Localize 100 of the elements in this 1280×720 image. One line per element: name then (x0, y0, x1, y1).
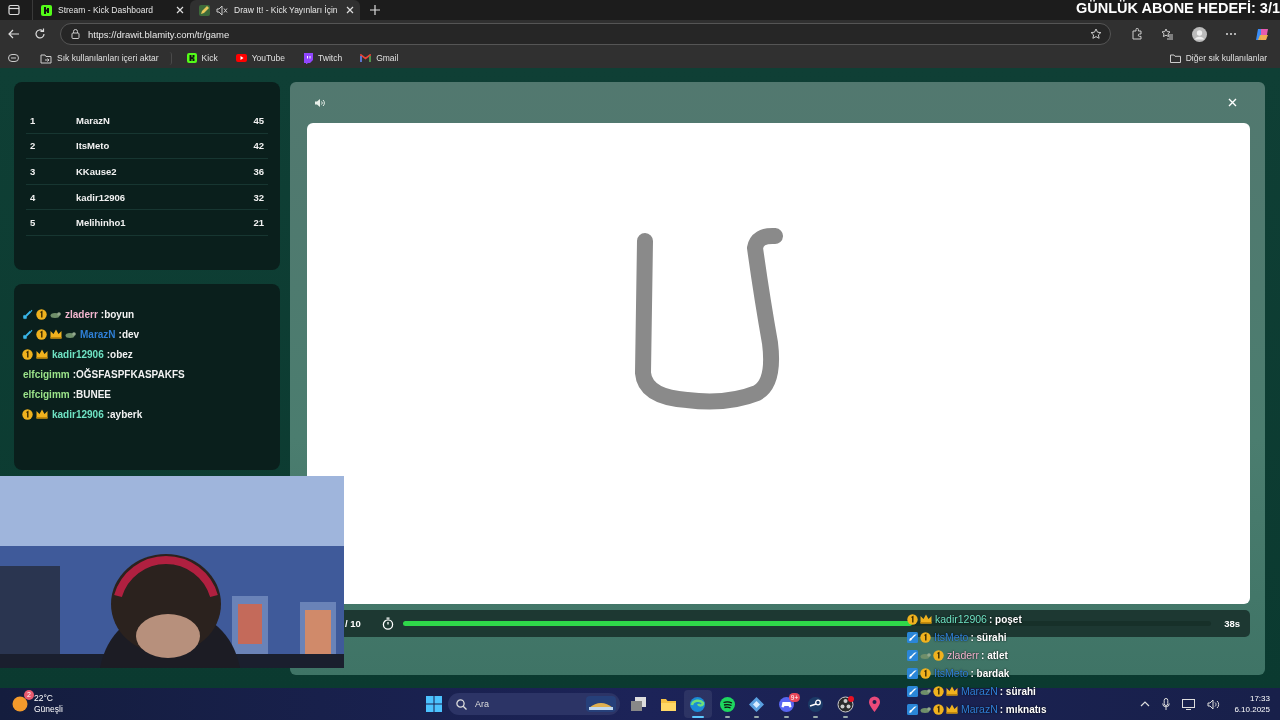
player-score: 36 (253, 166, 265, 177)
bookmark[interactable]: Kick (183, 52, 221, 64)
coin-icon (907, 613, 918, 625)
sword-icon (907, 667, 918, 679)
player-score: 32 (253, 191, 265, 203)
sword-icon (907, 703, 918, 715)
rank-number: 3 (29, 166, 37, 177)
taskbar-button[interactable] (683, 690, 712, 718)
speaker-icon[interactable] (314, 97, 325, 108)
sword-icon (907, 685, 918, 697)
weather-condition: Güneşli (34, 704, 63, 715)
username: MarazN (961, 703, 998, 715)
chat-message: :ayberk (106, 408, 143, 420)
microphone-icon[interactable] (1162, 698, 1171, 710)
coin-icon (933, 649, 944, 661)
refresh-icon[interactable] (34, 28, 46, 40)
favorites-icon[interactable] (1161, 28, 1174, 40)
bookmark[interactable]: YouTube (232, 52, 289, 64)
username: MarazN (961, 685, 998, 697)
emote-icon (50, 310, 61, 318)
crown-icon (50, 329, 62, 339)
chat-bubble-icon (303, 52, 314, 64)
sword-icon (907, 631, 918, 643)
chat-message: : bardak (970, 667, 1010, 679)
sword-icon (22, 328, 33, 340)
player-name: KKause2 (76, 166, 118, 177)
search-placeholder: Ara (475, 699, 489, 709)
chat-message: :BUNEE (72, 388, 112, 400)
player-name: MarazN (76, 114, 111, 126)
username: kadir12906 (52, 348, 104, 360)
temperature: 22°C (34, 693, 54, 704)
round-counter: / 10 (345, 618, 361, 629)
username: elfcigimm (23, 368, 70, 380)
logo-icon (41, 4, 52, 16)
chevron-up-icon[interactable] (1140, 701, 1151, 707)
browser-icon (689, 695, 707, 713)
music-icon (718, 695, 736, 713)
clock[interactable]: 17:33 6.10.2025 (1234, 693, 1270, 715)
search-field[interactable]: Ara (448, 693, 620, 715)
tab-actions-icon[interactable] (8, 4, 20, 16)
coin-icon (36, 308, 47, 320)
clock-time: 17:33 (1249, 693, 1270, 704)
mail-icon (360, 54, 372, 62)
player-name: Melihinho1 (76, 217, 127, 229)
player-name: kadir12906 (76, 191, 127, 203)
close-icon[interactable] (345, 6, 354, 14)
back-icon[interactable] (8, 29, 20, 39)
app-icon (807, 695, 825, 713)
play-icon (235, 54, 247, 62)
sword-icon (907, 649, 918, 661)
coin-icon (920, 667, 931, 679)
username: kadir12906 (52, 408, 104, 420)
more-icon[interactable] (1225, 32, 1237, 36)
bookmark[interactable]: Sık kullanılanları içeri aktar (37, 51, 172, 65)
browser-tab[interactable]: Draw It! - Kick Yayınları İçin (190, 0, 360, 20)
username: zladerr (947, 649, 980, 661)
avatar-icon[interactable] (1192, 26, 1207, 42)
chat-message: : poşet (988, 613, 1022, 625)
emote-icon (920, 705, 931, 713)
bookmark[interactable]: Gmail (357, 52, 402, 64)
volume-icon[interactable] (1207, 698, 1221, 710)
assistant-icon[interactable] (1255, 26, 1270, 42)
player-score: 21 (253, 217, 265, 229)
emote-icon (920, 687, 931, 695)
close-icon[interactable] (176, 6, 184, 14)
pencil-icon (199, 4, 210, 16)
timer-icon (381, 617, 394, 630)
star-icon[interactable] (1090, 28, 1102, 40)
chat-message: :OĞSFASPFKASPAKFS (72, 368, 185, 380)
rank-number: 2 (29, 140, 37, 152)
bookmark-folder[interactable]: Diğer sık kullanılanlar (1166, 52, 1270, 64)
folder-arrow-icon (40, 52, 52, 64)
sun-icon (12, 696, 28, 712)
chat-message: : mıknatıs (999, 703, 1047, 715)
crown-icon (36, 349, 48, 359)
logo-icon (186, 53, 197, 63)
chat-message: : atlet (981, 649, 1008, 661)
search-icon (456, 698, 467, 710)
chat-message: : sürahi (970, 631, 1007, 643)
coin-icon (22, 408, 33, 420)
folder-icon (1169, 53, 1181, 63)
diamond-icon (748, 695, 766, 713)
chat-message: : sürahi (999, 685, 1036, 697)
chat-message: :boyun (100, 308, 135, 320)
player-score: 42 (253, 140, 265, 152)
start-icon[interactable] (426, 696, 442, 712)
rank-number: 1 (29, 114, 37, 126)
bookmark[interactable]: Twitch (300, 51, 346, 65)
address-field[interactable]: https://drawit.blamity.com/tr/game (60, 23, 1111, 45)
crown-icon (920, 614, 932, 624)
username: ItsMeto (934, 631, 969, 643)
new-tab-icon[interactable] (369, 5, 380, 15)
display-icon[interactable] (1182, 698, 1196, 710)
sword-icon (22, 308, 33, 320)
goal-overlay-text: GÜNLÜK ABONE HEDEFİ: 3/1 (1075, 0, 1280, 17)
username: MarazN (80, 328, 116, 340)
sidebar-icon[interactable] (8, 54, 19, 62)
extensions-icon[interactable] (1131, 28, 1143, 40)
username: zladerr (65, 308, 98, 320)
chat-message: :obez (106, 348, 133, 360)
